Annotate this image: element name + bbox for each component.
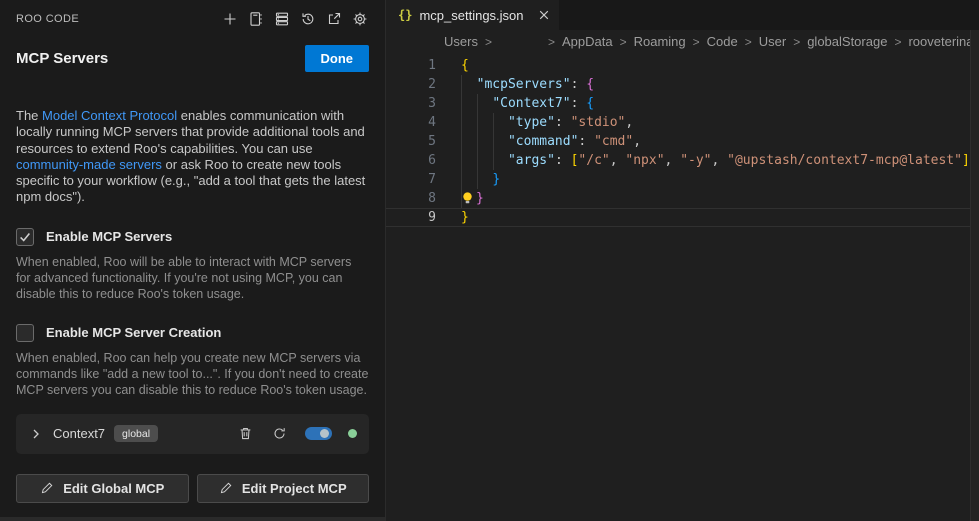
line-number: 9	[386, 208, 436, 227]
code-line-content: }	[461, 189, 484, 208]
code-lines: 1{2 "mcpServers": {3 "Context7": {4 "typ…	[386, 56, 979, 227]
mcp-server-row: Context7 global	[16, 414, 369, 454]
breadcrumb-item[interactable]: globalStorage	[807, 34, 887, 49]
toggle-knob	[320, 429, 329, 438]
code-line[interactable]: 2 "mcpServers": {	[386, 75, 979, 94]
code-line-content: }	[461, 170, 500, 189]
server-enabled-toggle[interactable]	[305, 427, 332, 440]
breadcrumb-separator: >	[793, 35, 800, 49]
json-file-icon: {}	[398, 8, 412, 22]
notebook-icon[interactable]	[246, 9, 265, 28]
quick-fix-lightbulb-icon[interactable]	[461, 191, 474, 206]
enable-mcp-server-creation-checkbox[interactable]	[16, 324, 34, 342]
enable-mcp-server-creation-setting: Enable MCP Server Creation When enabled,…	[16, 324, 369, 399]
panel-header: ROO CODE	[16, 0, 369, 28]
panel-header-icons	[220, 9, 369, 28]
code-line[interactable]: 6 "args": ["/c", "npx", "-y", "@upstash/…	[386, 151, 979, 170]
tab-mcp-settings-json[interactable]: {} mcp_settings.json	[386, 0, 559, 30]
line-number: 7	[386, 170, 436, 189]
mcp-servers-icon[interactable]	[272, 9, 291, 28]
server-name: Context7	[53, 426, 105, 441]
enable-mcp-server-creation-label: Enable MCP Server Creation	[46, 325, 221, 340]
code-line[interactable]: 1{	[386, 56, 979, 75]
code-editor[interactable]: 1{2 "mcpServers": {3 "Context7": {4 "typ…	[386, 53, 979, 227]
breadcrumb-separator: >	[693, 35, 700, 49]
line-number: 3	[386, 94, 436, 113]
code-line-content: "Context7": {	[461, 94, 594, 113]
page-title: MCP Servers	[16, 50, 108, 67]
breadcrumb-separator: >	[485, 35, 492, 49]
pencil-icon	[40, 481, 54, 495]
enable-mcp-servers-description: When enabled, Roo will be able to intera…	[16, 254, 369, 303]
code-line-content: }	[461, 208, 469, 227]
editor-scrollbar[interactable]	[970, 30, 979, 521]
code-line[interactable]: 7 }	[386, 170, 979, 189]
editor-tab-bar: {} mcp_settings.json	[386, 0, 979, 30]
intro-text: The	[16, 108, 42, 123]
enable-mcp-servers-setting: Enable MCP Servers When enabled, Roo wil…	[16, 228, 369, 303]
mcp-edit-buttons: Edit Global MCP Edit Project MCP	[16, 474, 369, 503]
edit-global-mcp-label: Edit Global MCP	[63, 481, 164, 496]
roo-code-brand: ROO CODE	[16, 13, 79, 25]
breadcrumb-separator: >	[620, 35, 627, 49]
breadcrumb-separator: >	[745, 35, 752, 49]
code-line[interactable]: 8 }	[386, 189, 979, 208]
breadcrumb-separator: >	[894, 35, 901, 49]
breadcrumb-item[interactable]: rooveterinaryinc.roo-cli	[908, 34, 979, 49]
enable-mcp-servers-label: Enable MCP Servers	[46, 229, 172, 244]
breadcrumb: Users > > AppData > Roaming > Code > User > globalS…	[386, 30, 979, 53]
enable-mcp-server-creation-description: When enabled, Roo can help you create ne…	[16, 350, 369, 399]
checkmark-icon	[18, 230, 32, 244]
edit-project-mcp-label: Edit Project MCP	[242, 481, 347, 496]
breadcrumb-item[interactable]: Users	[444, 34, 478, 49]
line-number: 1	[386, 56, 436, 75]
community-made-servers-link[interactable]: community-made servers	[16, 157, 162, 172]
code-line-content: "command": "cmd",	[461, 132, 641, 151]
line-number: 4	[386, 113, 436, 132]
edit-global-mcp-button[interactable]: Edit Global MCP	[16, 474, 189, 503]
code-line[interactable]: 3 "Context7": {	[386, 94, 979, 113]
vscode-window: ROO CODE	[0, 0, 979, 521]
breadcrumb-item[interactable]: Roaming	[634, 34, 686, 49]
edit-project-mcp-button[interactable]: Edit Project MCP	[197, 474, 370, 503]
tab-close-icon[interactable]	[539, 10, 549, 20]
breadcrumb-item[interactable]: Code	[707, 34, 738, 49]
plus-icon[interactable]	[220, 9, 239, 28]
line-number: 6	[386, 151, 436, 170]
line-number: 2	[386, 75, 436, 94]
page-head: MCP Servers Done	[16, 45, 369, 72]
roo-mcp-panel: ROO CODE	[0, 0, 385, 521]
tab-filename: mcp_settings.json	[419, 8, 523, 23]
history-icon[interactable]	[298, 9, 317, 28]
open-external-icon[interactable]	[324, 9, 343, 28]
done-button[interactable]: Done	[305, 45, 370, 72]
server-status-dot	[348, 429, 357, 438]
restart-server-icon[interactable]	[269, 424, 289, 444]
model-context-protocol-link[interactable]: Model Context Protocol	[42, 108, 177, 123]
settings-gear-icon[interactable]	[350, 9, 369, 28]
code-line-content: {	[461, 56, 469, 75]
code-line-content: "args": ["/c", "npx", "-y", "@upstash/co…	[461, 151, 970, 170]
code-line-content: "type": "stdio",	[461, 113, 633, 132]
code-line[interactable]: 9}	[386, 208, 979, 227]
code-line[interactable]: 5 "command": "cmd",	[386, 132, 979, 151]
pencil-icon	[219, 481, 233, 495]
breadcrumb-item[interactable]: User	[759, 34, 786, 49]
breadcrumb-item[interactable]: AppData	[562, 34, 613, 49]
line-number: 8	[386, 189, 436, 208]
server-scope-badge: global	[114, 425, 158, 442]
intro-paragraph: The Model Context Protocol enables commu…	[16, 108, 369, 206]
delete-server-icon[interactable]	[235, 424, 255, 444]
line-number: 5	[386, 132, 436, 151]
enable-mcp-servers-checkbox[interactable]	[16, 228, 34, 246]
panel-horizontal-scrollbar[interactable]	[0, 517, 385, 521]
breadcrumb-separator: >	[548, 35, 555, 49]
editor-group: {} mcp_settings.json Users > > AppData > Roam…	[385, 0, 979, 521]
code-line-content: "mcpServers": {	[461, 75, 594, 94]
chevron-right-icon[interactable]	[28, 426, 44, 442]
code-line[interactable]: 4 "type": "stdio",	[386, 113, 979, 132]
